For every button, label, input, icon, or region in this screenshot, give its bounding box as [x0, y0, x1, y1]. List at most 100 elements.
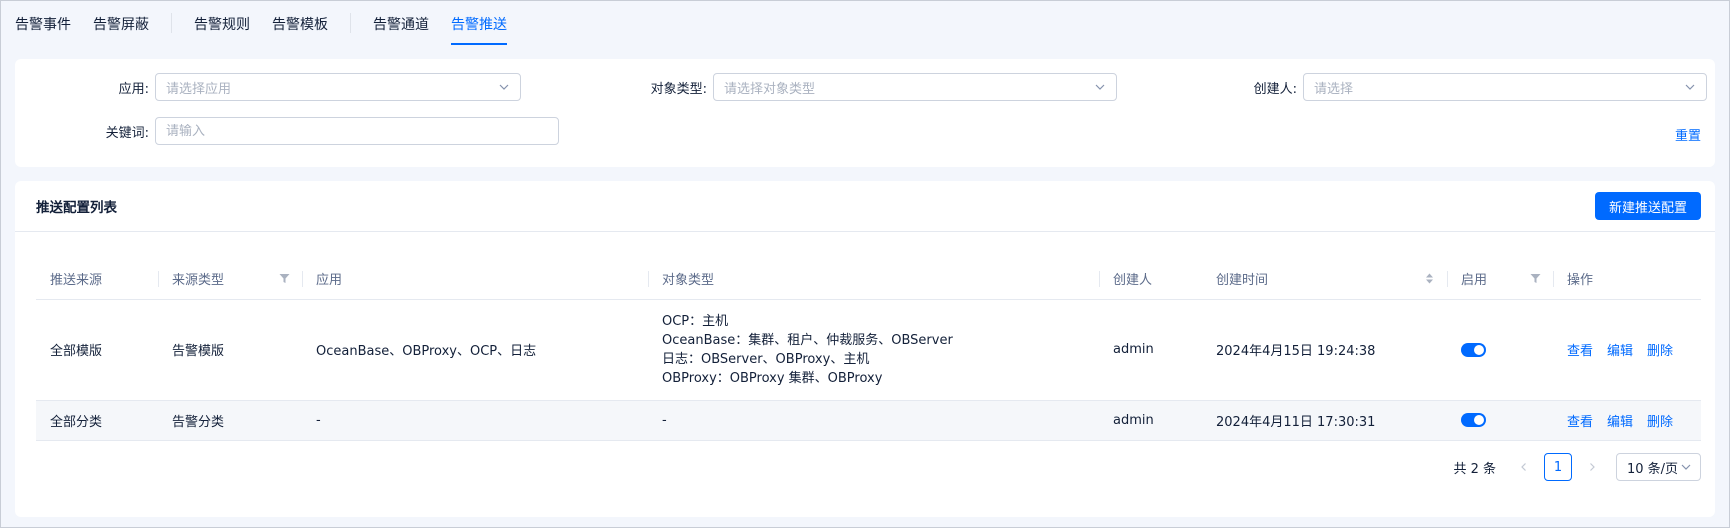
- sort-icon[interactable]: [1424, 273, 1435, 284]
- object-type-line: -: [662, 412, 667, 428]
- col-header-label: 创建时间: [1216, 273, 1269, 289]
- object-type-line: OCP：主机: [662, 313, 729, 329]
- filter-keyword-label: 关键词:: [105, 125, 149, 141]
- cell-actions: 查看 编辑 删除: [1553, 299, 1701, 401]
- cell-enabled: [1447, 400, 1553, 441]
- delete-link[interactable]: 删除: [1647, 344, 1673, 359]
- col-header-enabled: 启用: [1447, 259, 1553, 300]
- table-header-row: 推送来源 来源类型 应用 对象类型 创建人 创建时间 启用 操作: [36, 259, 1701, 300]
- keyword-field[interactable]: [155, 117, 559, 145]
- col-header-source: 推送来源: [36, 259, 158, 300]
- tab-divider: [350, 13, 351, 33]
- enabled-toggle[interactable]: [1461, 342, 1486, 357]
- filter-app: 应用: 请选择应用: [15, 73, 521, 101]
- filter-panel: 应用: 请选择应用 对象类型: 请选择对象类型 创建人: 请选择 关键词: 重置: [15, 59, 1715, 167]
- page-size-select[interactable]: 10 条/页: [1616, 453, 1701, 481]
- header-divider: [1099, 271, 1100, 287]
- list-header: 推送配置列表 新建推送配置: [15, 181, 1715, 232]
- filter-keyword: 关键词:: [15, 117, 559, 145]
- col-header-label: 应用: [316, 273, 343, 289]
- chevron-left-icon: [1521, 463, 1526, 471]
- app-select[interactable]: 请选择应用: [155, 73, 521, 101]
- creator-select-placeholder: 请选择: [1314, 81, 1354, 97]
- edit-link[interactable]: 编辑: [1607, 415, 1633, 430]
- filter-creator: 创建人: 请选择: [1125, 73, 1707, 101]
- chevron-down-icon: [1685, 84, 1695, 90]
- tab-alarm-push[interactable]: 告警推送: [451, 1, 507, 47]
- new-push-config-button[interactable]: 新建推送配置: [1594, 192, 1701, 220]
- push-config-table: 推送来源 来源类型 应用 对象类型 创建人 创建时间 启用 操作 全部模版 告警…: [36, 259, 1701, 441]
- cell-enabled: [1447, 299, 1553, 401]
- push-config-list: 推送配置列表 新建推送配置 推送来源 来源类型 应用 对象类型 创建人 创建时间…: [15, 181, 1715, 517]
- reset-link[interactable]: 重置: [1675, 125, 1701, 144]
- filter-icon[interactable]: [279, 273, 290, 284]
- list-title: 推送配置列表: [36, 200, 117, 216]
- header-divider: [1447, 271, 1448, 287]
- col-header-created-at[interactable]: 创建时间: [1202, 259, 1447, 300]
- cell-source: 全部模版: [36, 299, 158, 401]
- filter-object-type-label: 对象类型:: [650, 81, 707, 97]
- col-header-label: 来源类型: [172, 273, 225, 289]
- tab-divider: [171, 13, 172, 33]
- pagination-total: 共 2 条: [1453, 461, 1496, 477]
- view-link[interactable]: 查看: [1567, 344, 1593, 359]
- col-header-source-type: 来源类型: [158, 259, 302, 300]
- tab-alarm-events[interactable]: 告警事件: [15, 1, 71, 47]
- pagination: 共 2 条 1 10 条/页: [1453, 453, 1701, 481]
- chevron-right-icon: [1590, 463, 1595, 471]
- cell-object-type: OCP：主机 OceanBase：集群、租户、仲裁服务、OBServer 日志：…: [648, 299, 1099, 401]
- cell-created-at: 2024年4月15日 19:24:38: [1202, 299, 1447, 401]
- cell-created-at: 2024年4月11日 17:30:31: [1202, 400, 1447, 441]
- filter-object-type: 对象类型: 请选择对象类型: [529, 73, 1117, 101]
- filter-icon[interactable]: [1530, 273, 1541, 284]
- filter-app-label: 应用:: [118, 81, 149, 97]
- enabled-toggle[interactable]: [1461, 413, 1486, 427]
- chevron-down-icon: [499, 84, 509, 90]
- object-type-line: 日志：OBServer、OBProxy、主机: [662, 351, 870, 367]
- tab-alarm-channels[interactable]: 告警通道: [373, 1, 429, 47]
- filter-creator-label: 创建人:: [1253, 81, 1297, 97]
- object-type-line: OBProxy：OBProxy 集群、OBProxy: [662, 370, 883, 386]
- chevron-down-icon: [1681, 464, 1691, 470]
- cell-creator: admin: [1099, 400, 1202, 441]
- col-header-label: 对象类型: [662, 273, 715, 289]
- view-link[interactable]: 查看: [1567, 415, 1593, 430]
- header-divider: [158, 271, 159, 287]
- header-divider: [648, 271, 649, 287]
- object-type-select[interactable]: 请选择对象类型: [713, 73, 1117, 101]
- object-type-line: OceanBase：集群、租户、仲裁服务、OBServer: [662, 332, 953, 348]
- header-divider: [1553, 271, 1554, 287]
- cell-object-type: -: [648, 400, 1099, 441]
- tab-alarm-shield[interactable]: 告警屏蔽: [93, 1, 149, 47]
- edit-link[interactable]: 编辑: [1607, 344, 1633, 359]
- col-header-creator: 创建人: [1099, 259, 1202, 300]
- delete-link[interactable]: 删除: [1647, 415, 1673, 430]
- col-header-actions: 操作: [1553, 259, 1701, 300]
- next-page-button[interactable]: [1578, 453, 1606, 481]
- cell-source-type: 告警分类: [158, 400, 302, 441]
- prev-page-button[interactable]: [1510, 453, 1538, 481]
- cell-actions: 查看 编辑 删除: [1553, 400, 1701, 441]
- col-header-app: 应用: [302, 259, 648, 300]
- table-row: 全部分类 告警分类 - - admin 2024年4月11日 17:30:31 …: [36, 400, 1701, 441]
- cell-source-type: 告警模版: [158, 299, 302, 401]
- cell-app: OceanBase、OBProxy、OCP、日志: [302, 299, 648, 401]
- table-row: 全部模版 告警模版 OceanBase、OBProxy、OCP、日志 OCP：主…: [36, 299, 1701, 401]
- app-select-placeholder: 请选择应用: [166, 81, 232, 97]
- creator-select[interactable]: 请选择: [1303, 73, 1707, 101]
- col-header-label: 操作: [1567, 273, 1594, 289]
- col-header-label: 启用: [1461, 273, 1488, 289]
- object-type-select-placeholder: 请选择对象类型: [724, 81, 816, 97]
- tab-alarm-templates[interactable]: 告警模板: [272, 1, 328, 47]
- cell-source: 全部分类: [36, 400, 158, 441]
- chevron-down-icon: [1095, 84, 1105, 90]
- keyword-input[interactable]: [166, 123, 548, 139]
- page-number-button[interactable]: 1: [1544, 453, 1572, 481]
- cell-app: -: [302, 400, 648, 441]
- col-header-label: 创建人: [1113, 273, 1153, 289]
- page-size-label: 10 条/页: [1627, 461, 1679, 477]
- header-divider: [302, 271, 303, 287]
- col-header-object-type: 对象类型: [648, 259, 1099, 300]
- cell-creator: admin: [1099, 299, 1202, 401]
- tab-alarm-rules[interactable]: 告警规则: [194, 1, 250, 47]
